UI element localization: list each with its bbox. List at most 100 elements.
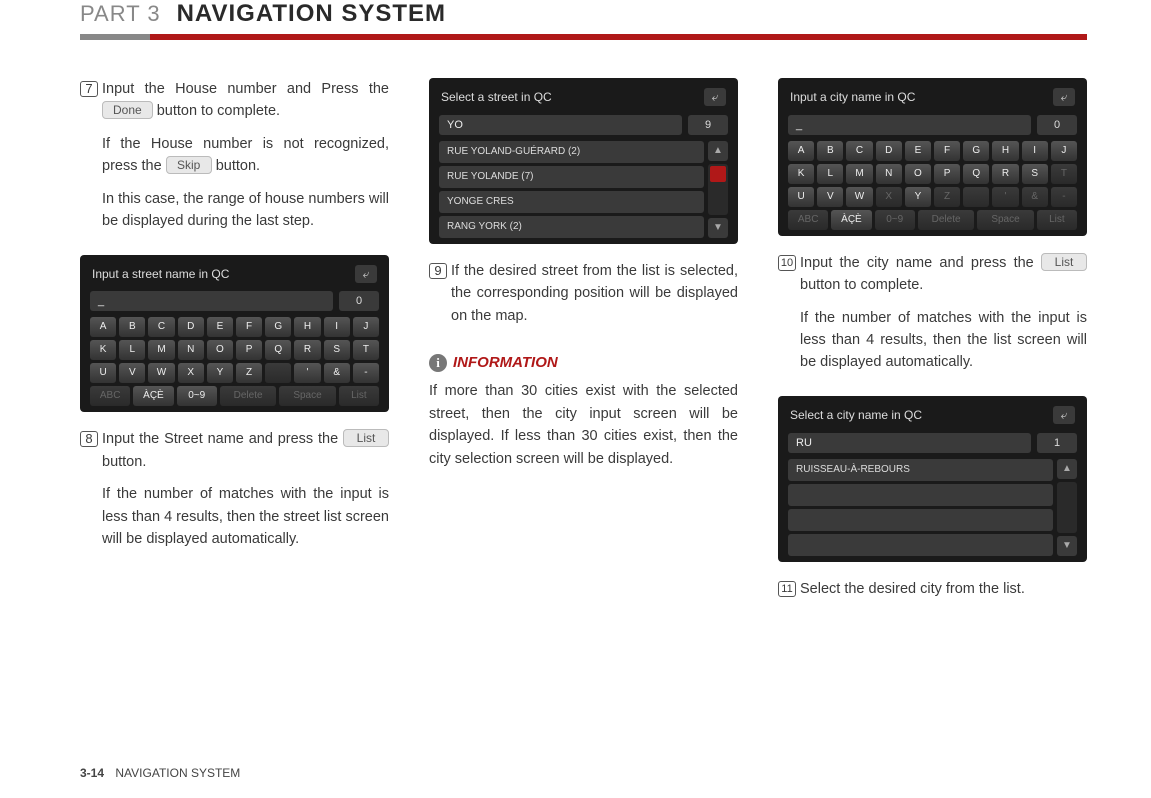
key[interactable]: Y <box>905 187 931 207</box>
scroll-up-icon[interactable]: ▲ <box>708 141 728 161</box>
key-list: List <box>1037 210 1077 230</box>
key[interactable]: U <box>90 363 116 383</box>
scroll-up-icon[interactable]: ▲ <box>1057 459 1077 479</box>
key[interactable]: R <box>294 340 320 360</box>
key-accents[interactable]: ÀÇÈ <box>831 210 871 230</box>
key[interactable]: ' <box>294 363 320 383</box>
step-body: Input the city name and press the List b… <box>800 252 1087 384</box>
screenshot-select-street: Select a street in QC ⤶ YO 9 RUE YOLAND-… <box>429 78 738 244</box>
key[interactable]: A <box>90 317 116 337</box>
step-body: Input the House number and Press the Don… <box>102 78 389 243</box>
key-abc: ABC <box>90 386 130 406</box>
key[interactable]: F <box>236 317 262 337</box>
key[interactable]: Q <box>265 340 291 360</box>
key[interactable]: Z <box>236 363 262 383</box>
header-rule <box>80 34 1087 40</box>
key[interactable]: M <box>148 340 174 360</box>
key[interactable]: S <box>1022 164 1048 184</box>
scroll-down-icon[interactable]: ▼ <box>1057 536 1077 556</box>
key[interactable]: J <box>353 317 379 337</box>
page-number: 3-14 <box>80 766 104 780</box>
key[interactable]: I <box>1022 141 1048 161</box>
key[interactable]: V <box>817 187 843 207</box>
step-9: 9 If the desired street from the list is… <box>429 260 738 337</box>
back-icon[interactable]: ⤶ <box>1053 88 1075 106</box>
key[interactable]: K <box>90 340 116 360</box>
device-input[interactable]: RU <box>788 433 1031 453</box>
device-input[interactable]: YO <box>439 115 682 135</box>
key[interactable]: O <box>207 340 233 360</box>
key[interactable]: E <box>905 141 931 161</box>
key[interactable]: O <box>905 164 931 184</box>
key[interactable]: T <box>353 340 379 360</box>
key[interactable]: D <box>876 141 902 161</box>
list-button-chip: List <box>1041 253 1087 271</box>
key[interactable]: N <box>876 164 902 184</box>
key[interactable]: W <box>846 187 872 207</box>
back-icon[interactable]: ⤶ <box>355 265 377 283</box>
key[interactable]: H <box>992 141 1018 161</box>
key[interactable]: M <box>846 164 872 184</box>
key[interactable]: S <box>324 340 350 360</box>
key <box>963 187 989 207</box>
key-digits: 0~9 <box>875 210 915 230</box>
key-digits[interactable]: 0~9 <box>177 386 217 406</box>
key[interactable]: P <box>934 164 960 184</box>
key[interactable]: X <box>178 363 204 383</box>
step-10: 10 Input the city name and press the Lis… <box>778 252 1087 384</box>
list-item[interactable]: YONGE CRES <box>439 191 704 213</box>
information-body: If more than 30 cities exist with the se… <box>429 380 738 470</box>
key-accents[interactable]: ÀÇÈ <box>133 386 173 406</box>
list-item[interactable] <box>788 509 1053 531</box>
list-item[interactable]: RANG YORK (2) <box>439 216 704 238</box>
key[interactable]: P <box>236 340 262 360</box>
list-item[interactable]: RUE YOLANDE (7) <box>439 166 704 188</box>
scroll-thumb[interactable] <box>710 166 726 182</box>
column-3: Input a city name in QC ⤶ _ 0 ABCDEFGHIJ… <box>778 78 1087 620</box>
scrollbar[interactable]: ▲ ▼ <box>708 141 728 238</box>
key[interactable]: E <box>207 317 233 337</box>
device-keyboard: ABCDEFGHIJ KLMNOPQRST UVWXYZ'&- <box>788 141 1077 207</box>
back-icon[interactable]: ⤶ <box>1053 406 1075 424</box>
key[interactable]: L <box>119 340 145 360</box>
key[interactable]: G <box>963 141 989 161</box>
key[interactable]: & <box>324 363 350 383</box>
key[interactable]: B <box>119 317 145 337</box>
list-item[interactable]: RUISSEAU-À-REBOURS <box>788 459 1053 481</box>
key[interactable]: Y <box>207 363 233 383</box>
key[interactable]: - <box>353 363 379 383</box>
key[interactable]: I <box>324 317 350 337</box>
list-item[interactable] <box>788 484 1053 506</box>
scroll-down-icon[interactable]: ▼ <box>708 218 728 238</box>
key[interactable]: W <box>148 363 174 383</box>
key[interactable]: J <box>1051 141 1077 161</box>
key[interactable]: H <box>294 317 320 337</box>
key[interactable]: F <box>934 141 960 161</box>
step-8: 8 Input the Street name and press the Li… <box>80 428 389 560</box>
key[interactable]: C <box>148 317 174 337</box>
key[interactable]: G <box>265 317 291 337</box>
key[interactable]: R <box>992 164 1018 184</box>
key[interactable]: B <box>817 141 843 161</box>
scrollbar[interactable]: ▲ ▼ <box>1057 459 1077 556</box>
device-count: 9 <box>688 115 728 135</box>
key[interactable]: D <box>178 317 204 337</box>
text: button to complete. <box>800 277 923 293</box>
key[interactable]: N <box>178 340 204 360</box>
back-icon[interactable]: ⤶ <box>704 88 726 106</box>
device-input[interactable]: _ <box>90 291 333 311</box>
key[interactable]: A <box>788 141 814 161</box>
device-input[interactable]: _ <box>788 115 1031 135</box>
list-item[interactable]: RUE YOLAND-GUÉRARD (2) <box>439 141 704 163</box>
text: In this case, the range of house numbers… <box>102 188 389 233</box>
list-item[interactable] <box>788 534 1053 556</box>
key[interactable]: L <box>817 164 843 184</box>
key[interactable]: K <box>788 164 814 184</box>
key[interactable]: U <box>788 187 814 207</box>
column-2: Select a street in QC ⤶ YO 9 RUE YOLAND-… <box>429 78 738 620</box>
key[interactable]: Q <box>963 164 989 184</box>
key[interactable]: C <box>846 141 872 161</box>
key: - <box>1051 187 1077 207</box>
step-body: Select the desired city from the list. <box>800 578 1087 610</box>
key[interactable]: V <box>119 363 145 383</box>
